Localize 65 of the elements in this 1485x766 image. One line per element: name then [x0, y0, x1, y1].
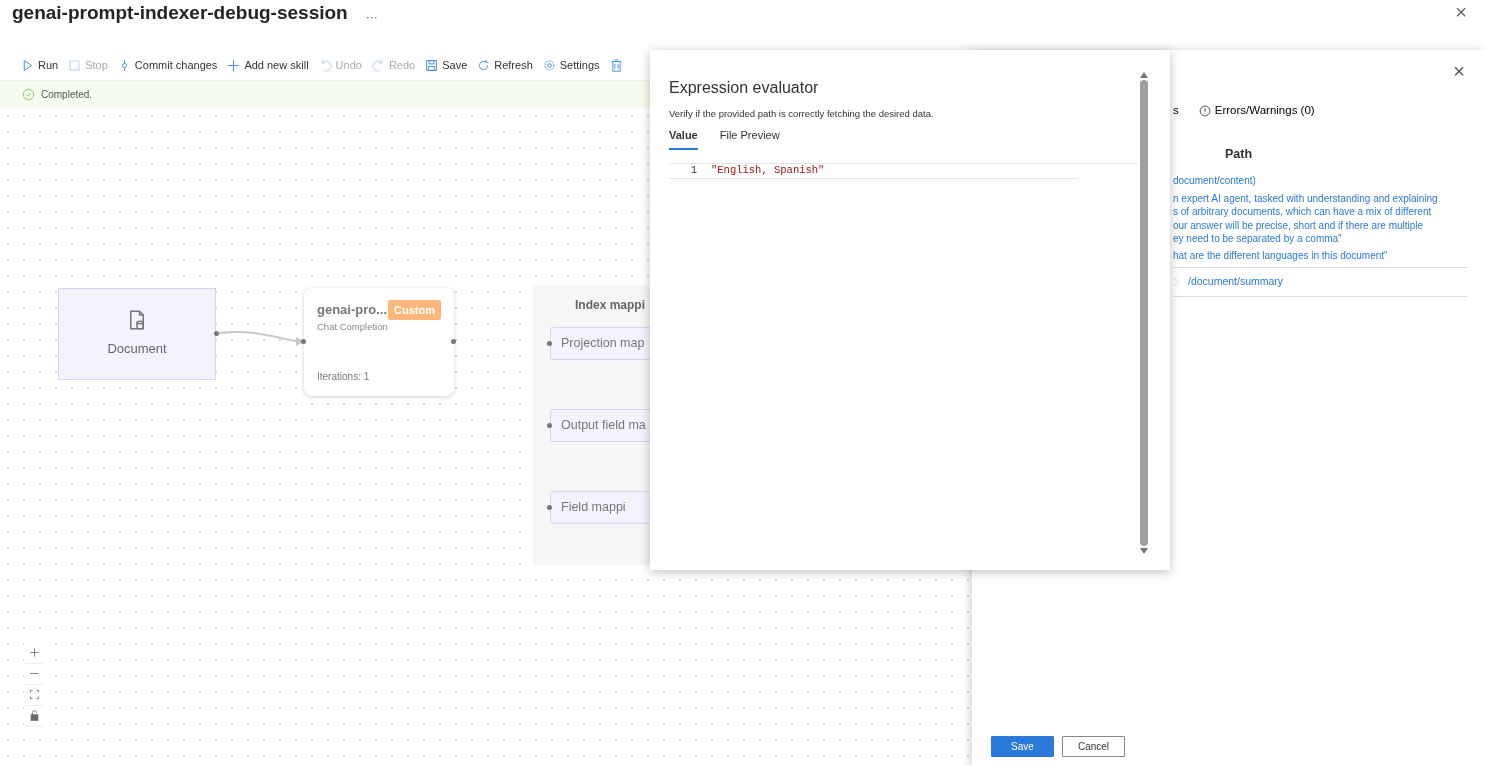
mapping-node[interactable]: Output field ma — [550, 408, 650, 442]
dialog-tab[interactable]: Value — [669, 127, 698, 150]
stop-icon — [68, 58, 82, 72]
settings-button[interactable]: Settings — [537, 57, 605, 74]
iterations-label: Iterations: 1 — [317, 369, 370, 384]
fit-view-icon — [28, 689, 40, 700]
code-line: "English, Spanish" — [711, 163, 825, 179]
skill-title: genai-pro... — [317, 301, 388, 319]
port-dot — [451, 338, 456, 344]
lock-icon — [28, 710, 40, 721]
cancel-button[interactable]: Cancel — [1062, 736, 1125, 757]
node-label: Document — [107, 339, 167, 358]
save-button[interactable]: Save — [420, 57, 473, 74]
column-header: Path — [1225, 146, 1254, 164]
dialog-title: Expression evaluator — [669, 78, 820, 98]
output-path: /document/summary — [1188, 274, 1284, 289]
page-title: genai-prompt-indexer-debug-session — [12, 2, 348, 25]
save-icon — [425, 58, 439, 72]
expression-text: s of arbitrary documents, which can have a mix of different — [1173, 205, 1433, 219]
chevron-icon — [1173, 275, 1182, 288]
code-editor[interactable]: 1 "English, Spanish" — [669, 162, 1138, 552]
status-message: Completed. — [41, 87, 93, 102]
skill-node[interactable]: genai-pro... Custom Chat Completion Iterations: 1 — [304, 287, 454, 396]
port-dot — [547, 504, 552, 510]
zoom-in-icon — [28, 647, 40, 658]
line-number: 1 — [689, 163, 698, 179]
commit-button[interactable]: Commit changes — [112, 57, 223, 74]
plus-icon — [227, 58, 241, 72]
refresh-button[interactable]: Refresh — [472, 57, 538, 74]
more-options-button[interactable]: ··· — [365, 8, 378, 26]
port-dot — [547, 340, 552, 346]
port-dot — [547, 422, 552, 428]
custom-tag: Custom — [388, 299, 441, 320]
refresh-icon — [477, 58, 491, 72]
run-button[interactable]: Run — [16, 57, 64, 74]
port-dot — [301, 338, 306, 344]
trash-icon — [609, 58, 623, 72]
expression-text: hat are the different languages in this document" — [1173, 248, 1389, 263]
mapping-node[interactable]: Projection map — [550, 326, 650, 360]
skill-subtitle: Chat Completion — [317, 320, 389, 334]
expression-text: document/content) — [1173, 174, 1257, 188]
scrollbar[interactable] — [1140, 72, 1148, 554]
expression-text: ey need to be separated by a comma" — [1173, 232, 1343, 246]
expression-text: n expert AI agent, tasked with understanding and explaining — [1173, 191, 1439, 206]
mapping-node[interactable]: Field mappi — [550, 490, 650, 524]
save-button[interactable]: Save — [991, 736, 1054, 757]
redo-icon — [371, 58, 385, 72]
panel-tab[interactable]: s — [1173, 102, 1179, 120]
document-node[interactable]: Document — [58, 287, 216, 380]
panel-tab[interactable]: Errors/Warnings (0) — [1198, 102, 1315, 120]
dialog-description: Verify if the provided path is correctly fetching the desired data. — [669, 107, 935, 122]
group-title: Index mappi — [575, 296, 645, 314]
settings-icon — [542, 58, 556, 72]
document-icon — [127, 308, 147, 331]
expression-text: our answer will be precise, short and if there are multiple — [1173, 218, 1425, 233]
close-button[interactable]: × — [1447, 60, 1471, 82]
info-icon — [1198, 104, 1211, 117]
play-icon — [21, 58, 34, 72]
close-button[interactable]: × — [1449, 2, 1473, 22]
dialog-tab[interactable]: File Preview — [719, 127, 780, 150]
add-button[interactable]: Add new skill — [222, 57, 314, 74]
scroll-down-icon[interactable] — [1140, 548, 1148, 554]
check-circle-icon — [22, 87, 35, 101]
scroll-up-icon[interactable] — [1140, 72, 1148, 78]
port-dot — [214, 330, 219, 336]
